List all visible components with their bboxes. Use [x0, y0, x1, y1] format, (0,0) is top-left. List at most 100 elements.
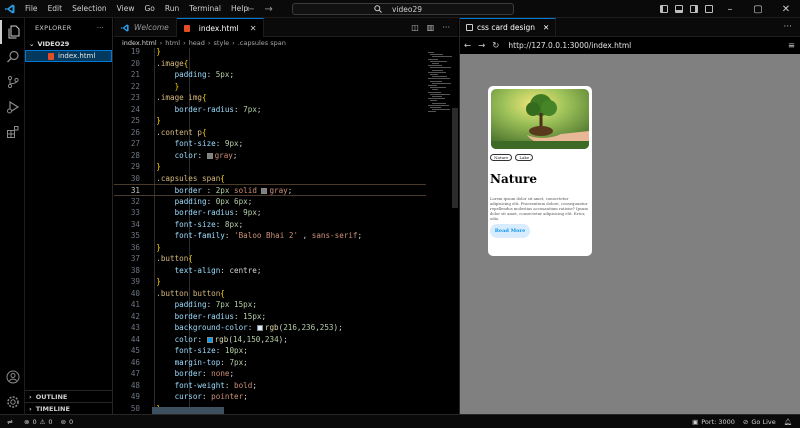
menu-item-terminal[interactable]: Terminal: [184, 0, 226, 18]
read-more-button[interactable]: Read More: [490, 224, 530, 238]
more-actions-icon[interactable]: ···: [442, 23, 450, 32]
toggle-panel-icon[interactable]: [671, 0, 686, 18]
breadcrumb-item[interactable]: style: [214, 39, 230, 47]
folder-video29[interactable]: ⌄ VIDEO29: [25, 38, 112, 50]
go-live-button[interactable]: ⊘ Go Live: [739, 418, 780, 426]
editor-scrollbar[interactable]: [452, 108, 458, 208]
code-line[interactable]: 39 }: [114, 276, 426, 288]
notifications-bell-icon[interactable]: 🔔︎: [780, 418, 800, 426]
outline-section[interactable]: › OUTLINE: [25, 390, 113, 402]
card-image: [491, 89, 589, 149]
code-line[interactable]: 43 background-color: rgb(216,236,253);: [114, 322, 426, 334]
account-icon[interactable]: [0, 365, 25, 389]
menu-item-go[interactable]: Go: [139, 0, 159, 18]
code-line[interactable]: 24 border-radius: 7px;: [114, 104, 426, 116]
reload-icon[interactable]: ↻: [492, 41, 499, 51]
color-swatch-icon[interactable]: [206, 152, 213, 159]
run-debug-icon[interactable]: [0, 95, 25, 119]
code-line[interactable]: 30 .capsules span{: [114, 173, 426, 185]
breadcrumb-item[interactable]: index.html: [122, 39, 157, 47]
remote-indicator-icon[interactable]: ⇌: [0, 415, 20, 428]
editor-group: Welcome index.html ✕ ◫ ▥ ··· index.html ›…: [114, 18, 458, 414]
code-area[interactable]: 19 } 20 .image{21 padding: 5px; 22 } 23 .im…: [114, 48, 458, 414]
code-line[interactable]: 25 }: [114, 115, 426, 127]
horizontal-scrollbar[interactable]: [152, 407, 224, 414]
code-token: .image: [138, 58, 184, 68]
code-line[interactable]: 22 }: [114, 81, 426, 93]
color-swatch-icon[interactable]: [206, 336, 213, 343]
maximize-icon[interactable]: ▢: [744, 0, 772, 18]
color-swatch-icon[interactable]: [256, 325, 263, 331]
code-line[interactable]: 37 .button{: [114, 253, 426, 265]
code-line[interactable]: 40 .button button{: [114, 288, 426, 300]
tab-index-html[interactable]: index.html ✕: [176, 18, 265, 37]
code-line[interactable]: 20 .image{: [114, 58, 426, 70]
breadcrumb-item[interactable]: html: [165, 39, 180, 47]
code-line[interactable]: 44 color: rgb(14,150,234);: [114, 334, 426, 346]
card-text: Lorem ipsum dolor sit amet, consectetur …: [490, 196, 588, 221]
code-line[interactable]: 38 text-align: centre;: [114, 265, 426, 277]
tab-css-card-design[interactable]: css card design ✕: [460, 17, 557, 37]
back-arrow-icon[interactable]: ←: [464, 41, 471, 51]
menu-item-run[interactable]: Run: [160, 0, 184, 18]
code-line[interactable]: 27 font-size: 9px;: [114, 138, 426, 150]
code-line[interactable]: 23 .image img{: [114, 92, 426, 104]
tab-welcome[interactable]: Welcome: [114, 18, 177, 37]
toggle-secondary-sidebar-icon[interactable]: [686, 0, 701, 18]
close-tab-icon[interactable]: ✕: [250, 24, 257, 33]
browser-menu-icon[interactable]: ≡: [788, 41, 795, 51]
back-arrow-icon[interactable]: ←: [246, 4, 254, 15]
code-line[interactable]: 28 color: gray;: [114, 150, 426, 162]
breadcrumb-item[interactable]: head: [189, 39, 205, 47]
breadcrumb-item[interactable]: .capsules span: [238, 39, 286, 47]
code-line[interactable]: 34 font-size: 8px;: [114, 219, 426, 231]
browser-more-icon[interactable]: ···: [783, 22, 800, 32]
code-line[interactable]: 48 font-weight: bold;: [114, 380, 426, 392]
customize-layout-icon[interactable]: [701, 0, 716, 18]
code-line[interactable]: 36 }: [114, 242, 426, 254]
line-number: 28: [130, 150, 140, 160]
minimap[interactable]: [426, 48, 454, 414]
timeline-section[interactable]: › TIMELINE: [25, 402, 113, 414]
menu-item-selection[interactable]: Selection: [67, 0, 112, 18]
url-bar[interactable]: http://127.0.0.1:3000/index.html: [508, 41, 631, 50]
code-line[interactable]: 45 font-size: 10px;: [114, 345, 426, 357]
extensions-icon[interactable]: [0, 120, 25, 144]
minimize-icon[interactable]: –: [716, 0, 744, 18]
code-line[interactable]: 35 font-family: 'Baloo Bhai 2' , sans-se…: [114, 230, 426, 242]
file-index-html[interactable]: index.html: [25, 50, 112, 62]
ports-indicator[interactable]: ⊚ 0: [57, 418, 78, 426]
explorer-more-button[interactable]: ···: [97, 24, 104, 32]
code-line[interactable]: 31 border : 2px solid gray;: [114, 184, 426, 196]
forward-arrow-icon[interactable]: →: [478, 41, 485, 51]
code-line[interactable]: 42 border-radius: 15px;: [114, 311, 426, 323]
code-line[interactable]: 33 border-radius: 9px;: [114, 207, 426, 219]
forward-arrow-icon[interactable]: →: [264, 4, 272, 15]
color-swatch-icon[interactable]: [261, 188, 268, 194]
command-center-search[interactable]: video29: [292, 3, 514, 15]
explorer-icon[interactable]: [0, 20, 25, 44]
open-preview-icon[interactable]: ◫: [411, 23, 419, 32]
code-line[interactable]: 41 padding: 7px 15px;: [114, 299, 426, 311]
problems-indicator[interactable]: ⊗ 0 ⚠ 0: [20, 418, 57, 426]
menu-item-edit[interactable]: Edit: [43, 0, 68, 18]
code-line[interactable]: 19 }: [114, 48, 426, 58]
minimap-line: [428, 78, 450, 80]
close-tab-icon[interactable]: ✕: [543, 23, 549, 32]
code-line[interactable]: 46 margin-top: 7px;: [114, 357, 426, 369]
code-line[interactable]: 47 border: none;: [114, 368, 426, 380]
code-line[interactable]: 29 }: [114, 161, 426, 173]
split-editor-icon[interactable]: ▥: [427, 23, 435, 32]
menu-item-file[interactable]: File: [20, 0, 43, 18]
close-window-icon[interactable]: ✕: [772, 0, 800, 18]
code-line[interactable]: 21 padding: 5px;: [114, 69, 426, 81]
code-line[interactable]: 49 cursor: pointer;: [114, 391, 426, 403]
settings-gear-icon[interactable]: [0, 390, 25, 414]
code-line[interactable]: 26 .content p{: [114, 127, 426, 139]
port-indicator[interactable]: ▣ Port: 3000: [688, 418, 739, 426]
search-icon[interactable]: [0, 45, 25, 69]
toggle-primary-sidebar-icon[interactable]: [656, 0, 671, 18]
menu-item-view[interactable]: View: [112, 0, 140, 18]
code-line[interactable]: 32 padding: 0px 6px;: [114, 196, 426, 208]
source-control-icon[interactable]: [0, 70, 25, 94]
